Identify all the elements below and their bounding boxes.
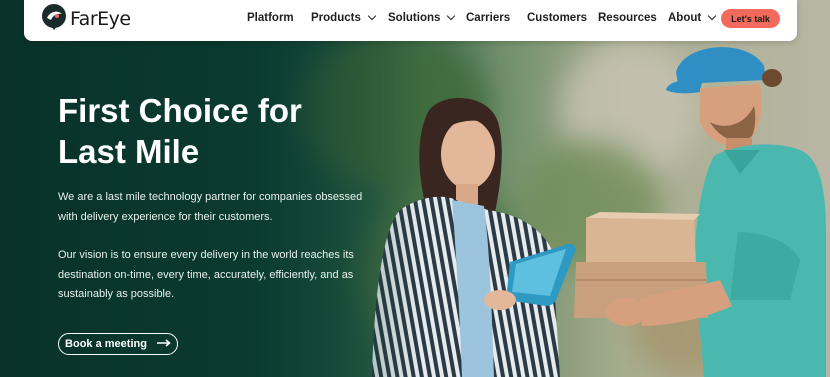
hero-headline: First Choice for Last Mile [58, 92, 302, 170]
nav-platform[interactable]: Platform [247, 12, 294, 24]
nav-label: Platform [247, 12, 294, 24]
top-navbar: FarEye Platform Products Solutions Carri… [24, 0, 797, 41]
logo-icon [40, 3, 68, 36]
nav-label: Customers [527, 12, 588, 24]
nav-products[interactable]: Products [311, 11, 377, 24]
chevron-down-icon [447, 11, 456, 21]
nav-resources[interactable]: Resources [598, 12, 657, 24]
nav-label: Products [311, 12, 361, 24]
hero-paragraph-vision: Our vision is to ensure every delivery i… [58, 249, 354, 300]
nav-label: Carriers [466, 12, 511, 24]
brand-logo[interactable]: FarEye [40, 3, 131, 36]
hero-paragraph-intro: We are a last mile technology partner fo… [58, 191, 363, 223]
nav-about[interactable]: About [668, 11, 717, 24]
chevron-down-icon [367, 11, 377, 21]
courier-bun [762, 69, 782, 87]
parcel-box-top [586, 218, 696, 262]
nav-label: Resources [598, 12, 657, 24]
nav-carriers[interactable]: Carriers [466, 12, 510, 24]
book-meeting-label: Book a meeting [65, 338, 147, 350]
lets-talk-button[interactable]: Let's talk [721, 9, 780, 28]
woman-face [441, 119, 495, 189]
woman-hand [484, 290, 516, 310]
courier-cap-brim [666, 80, 702, 94]
nav-label: About [668, 12, 702, 24]
courier-cap [676, 47, 766, 84]
chevron-down-icon [707, 11, 717, 21]
book-meeting-button[interactable]: Book a meeting [58, 333, 178, 355]
arrow-right-icon [156, 338, 171, 350]
nav-customers[interactable]: Customers [527, 12, 587, 24]
brand-name: FarEye [70, 8, 131, 30]
nav-solutions[interactable]: Solutions [388, 11, 456, 24]
nav-label: Solutions [388, 12, 441, 24]
courier-hand [606, 298, 646, 326]
